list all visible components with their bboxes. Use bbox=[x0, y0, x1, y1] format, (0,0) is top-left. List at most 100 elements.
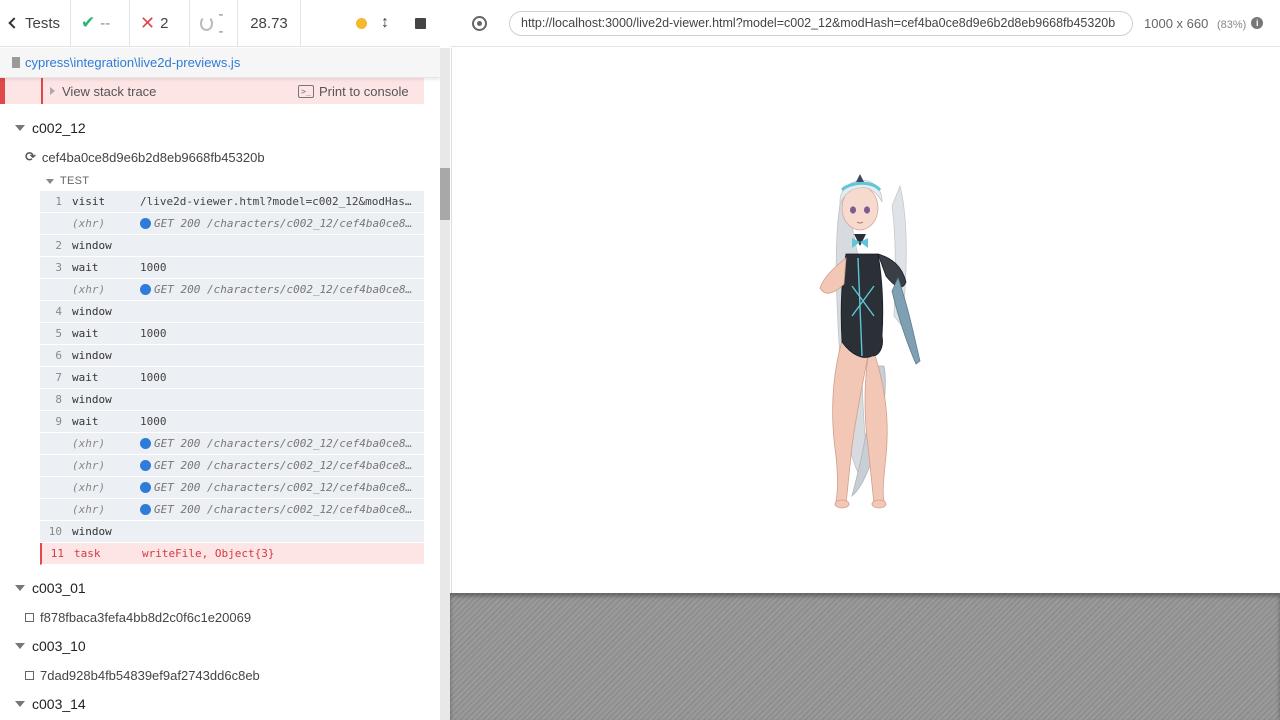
command-row[interactable]: 3 wait 1000 bbox=[40, 257, 424, 279]
xhr-status-dot-icon bbox=[140, 504, 151, 515]
aut-iframe[interactable] bbox=[451, 48, 1280, 593]
caret-down-icon bbox=[15, 643, 25, 649]
suite-title[interactable]: c002_12 bbox=[0, 115, 86, 141]
suite-label: c002_12 bbox=[32, 120, 86, 136]
spec-path-link[interactable]: cypress\integration\live2d-previews.js bbox=[25, 55, 240, 70]
command-row[interactable]: 1 visit/live2d-viewer.html?model=c002_12&… bbox=[40, 191, 424, 213]
viewport-zoom: (83%) bbox=[1216, 18, 1247, 31]
cmd-msg: 1000 bbox=[140, 261, 167, 274]
cmd-msg-text: GET 200 /characters/c002_12/cef4ba0ce8d9… bbox=[154, 459, 418, 472]
suite-title[interactable]: c003_01 bbox=[0, 575, 86, 601]
reporter-panel: Tests ✔ -- ✕ 2 -- 28.73 ↕ cypress\integr… bbox=[0, 0, 440, 720]
cmd-name: task bbox=[74, 547, 101, 560]
stop-button-icon[interactable] bbox=[415, 17, 426, 29]
queued-square-icon bbox=[25, 670, 34, 680]
cmd-name: wait bbox=[72, 371, 99, 384]
command-row[interactable]: (xhr) GET 200 /characters/c002_12/cef4ba0… bbox=[40, 499, 424, 521]
cmd-name: (xhr) bbox=[72, 503, 106, 516]
command-row[interactable]: 9 wait 1000 bbox=[40, 411, 424, 433]
caret-down-icon bbox=[15, 585, 25, 591]
suite-label: c003_10 bbox=[32, 638, 86, 654]
aut-url-bar[interactable]: http://localhost:3000/live2d-viewer.html… bbox=[509, 10, 1133, 36]
cmd-num: 11 bbox=[50, 547, 64, 560]
suite-title[interactable]: c003_10 bbox=[0, 633, 86, 659]
cmd-name: (xhr) bbox=[72, 283, 106, 296]
cmd-msg-text: GET 200 /characters/c002_12/cef4ba0ce8d9… bbox=[154, 217, 418, 230]
cmd-name: window bbox=[72, 349, 112, 362]
viewport-dimensions: 1000 x 660 (83%) bbox=[1144, 16, 1246, 31]
hook-label: TEST bbox=[60, 175, 90, 187]
cmd-msg: GET 200 /characters/c002_12/cef4ba0ce8d9… bbox=[140, 283, 424, 296]
cmd-num: 2 bbox=[55, 239, 62, 252]
info-icon[interactable]: i bbox=[1251, 17, 1264, 29]
cmd-name: visit bbox=[72, 195, 106, 208]
xhr-status-dot-icon bbox=[140, 438, 151, 449]
failed-value: 2 bbox=[160, 14, 169, 32]
pending-ring-icon bbox=[200, 15, 214, 31]
command-row[interactable]: (xhr) GET 200 /characters/c002_12/cef4ba0… bbox=[40, 433, 424, 455]
hook-title[interactable]: TEST bbox=[46, 173, 89, 189]
failed-count: ✕ 2 bbox=[130, 0, 190, 46]
caret-right-icon bbox=[50, 87, 55, 95]
selector-playground-crosshair-icon[interactable] bbox=[472, 15, 487, 31]
cmd-name: window bbox=[72, 525, 112, 538]
cmd-num: 5 bbox=[55, 327, 62, 340]
cmd-name: wait bbox=[72, 415, 99, 428]
back-label: Tests bbox=[24, 14, 60, 32]
passed-value: -- bbox=[100, 14, 111, 32]
viewport-size: 1000 x 660 bbox=[1144, 15, 1209, 31]
cmd-msg-text: GET 200 /characters/c002_12/cef4ba0ce8d9… bbox=[154, 503, 418, 516]
xhr-status-dot-icon bbox=[140, 482, 151, 493]
print-to-console-button[interactable]: >_ Print to console bbox=[298, 78, 409, 104]
command-row[interactable]: (xhr) GET 200 /characters/c002_12/cef4ba0… bbox=[40, 477, 424, 499]
cmd-msg: 1000 bbox=[140, 415, 167, 428]
command-row[interactable]: 4 window bbox=[40, 301, 424, 323]
passed-count: ✔ -- bbox=[71, 0, 130, 46]
command-row[interactable]: 8 window bbox=[40, 389, 424, 411]
cmd-msg: GET 200 /characters/c002_12/cef4ba0ce8d9… bbox=[140, 503, 424, 516]
view-stack-trace-toggle[interactable]: View stack trace bbox=[50, 78, 156, 104]
error-inner-line bbox=[41, 78, 43, 104]
command-row[interactable]: 7 wait 1000 bbox=[40, 367, 424, 389]
cmd-num: 8 bbox=[55, 393, 62, 406]
auto-scroll-toggle-icon[interactable]: ↕ bbox=[381, 14, 389, 32]
caret-down-icon bbox=[15, 701, 25, 707]
terminal-icon: >_ bbox=[298, 84, 314, 98]
caret-down-icon bbox=[15, 125, 25, 131]
cmd-num: 3 bbox=[55, 261, 62, 274]
command-row[interactable]: (xhr) GET 200 /characters/c002_12/cef4ba0… bbox=[40, 213, 424, 235]
test-label: cef4ba0ce8d9e6b2d8eb9668fb45320b bbox=[41, 149, 265, 165]
back-to-tests-button[interactable]: Tests bbox=[0, 0, 71, 46]
command-row[interactable]: 5 wait 1000 bbox=[40, 323, 424, 345]
cmd-num: 10 bbox=[48, 525, 62, 538]
command-row[interactable]: 2 window bbox=[40, 235, 424, 257]
pending-value: -- bbox=[218, 6, 224, 40]
cmd-name: window bbox=[72, 393, 112, 406]
queued-square-icon bbox=[25, 612, 34, 622]
xhr-status-dot-icon bbox=[140, 284, 151, 295]
command-row[interactable]: (xhr) GET 200 /characters/c002_12/cef4ba0… bbox=[40, 279, 424, 301]
cmd-num: 6 bbox=[55, 349, 62, 362]
stack-trace-label: View stack trace bbox=[62, 83, 157, 99]
cmd-num: 1 bbox=[55, 195, 62, 208]
cmd-msg: GET 200 /characters/c002_12/cef4ba0ce8d9… bbox=[140, 437, 424, 450]
command-row[interactable]: 6 window bbox=[40, 345, 424, 367]
xhr-status-dot-icon bbox=[140, 460, 151, 471]
command-row[interactable]: (xhr) GET 200 /characters/c002_12/cef4ba0… bbox=[40, 455, 424, 477]
test-title[interactable]: 7dad928b4fb54839ef9af2743dd6c8eb bbox=[25, 664, 260, 686]
cmd-msg-text: GET 200 /characters/c002_12/cef4ba0ce8d9… bbox=[154, 283, 418, 296]
test-title[interactable]: ⟳ cef4ba0ce8d9e6b2d8eb9668fb45320b bbox=[25, 146, 265, 168]
reporter-scrollbar[interactable] bbox=[440, 48, 450, 720]
test-title[interactable]: f878fbaca3fefa4bb8d2c0f6c1e20069 bbox=[25, 606, 251, 628]
cmd-msg-text: GET 200 /characters/c002_12/cef4ba0ce8d9… bbox=[154, 481, 418, 494]
suite-title[interactable]: c003_14 bbox=[0, 691, 86, 717]
check-icon: ✔ bbox=[81, 13, 96, 32]
command-row[interactable]: 10 window bbox=[40, 521, 424, 543]
caret-down-icon bbox=[46, 178, 54, 184]
command-row-failed[interactable]: 11 task writeFile, Object{3} bbox=[40, 543, 424, 565]
file-icon bbox=[12, 57, 20, 68]
cmd-name: (xhr) bbox=[72, 459, 106, 472]
reporter-header: Tests ✔ -- ✕ 2 -- 28.73 ↕ bbox=[0, 0, 440, 47]
cmd-msg: writeFile, Object{3} bbox=[142, 547, 275, 560]
reporter-scrollbar-thumb[interactable] bbox=[440, 168, 450, 220]
